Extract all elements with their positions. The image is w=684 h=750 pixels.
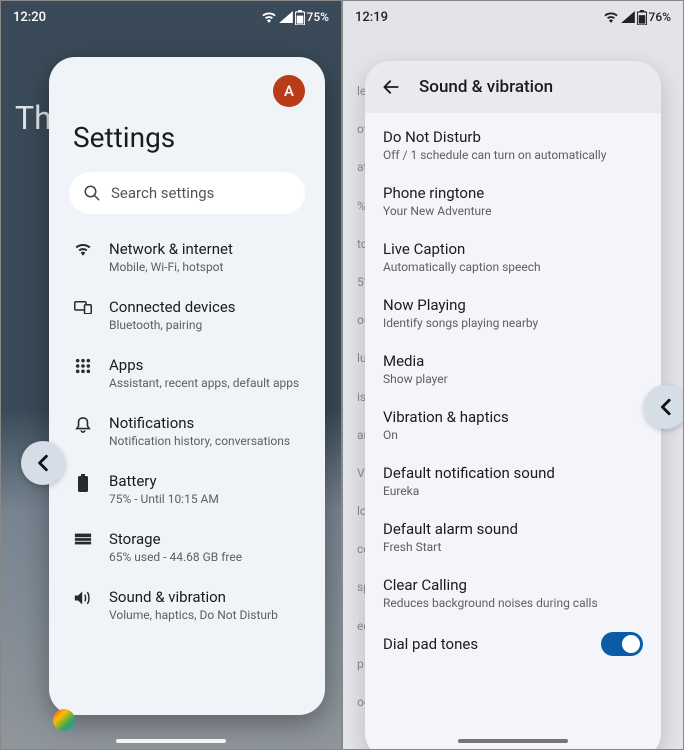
settings-list: Network & internet Mobile, Wi-Fi, hotspot…: [69, 228, 305, 711]
back-gesture-pill[interactable]: [21, 441, 65, 485]
item-subtitle: Volume, haptics, Do Not Disturb: [109, 608, 301, 622]
item-subtitle: Assistant, recent apps, default apps: [109, 376, 301, 390]
item-title: Connected devices: [109, 298, 301, 316]
wifi-icon: [261, 11, 277, 23]
sound-item[interactable]: Do Not Disturb Off / 1 schedule can turn …: [365, 117, 661, 173]
chevron-left-icon: [36, 454, 50, 472]
item-subtitle: Eureka: [383, 484, 555, 498]
page-title: Settings: [73, 121, 305, 154]
sound-item[interactable]: Live Caption Automatically caption speech: [365, 229, 661, 285]
status-icons: 76%: [603, 10, 671, 25]
header-title: Sound & vibration: [419, 77, 553, 97]
item-title: Phone ringtone: [383, 184, 491, 202]
item-title: Now Playing: [383, 296, 538, 314]
item-subtitle: Show player: [383, 372, 448, 386]
sound-item[interactable]: Media Show player: [365, 341, 661, 397]
card-header: Sound & vibration: [365, 61, 661, 113]
wifi-icon: [73, 242, 93, 256]
item-title: Live Caption: [383, 240, 541, 258]
phone-left: 12:20 75% Th A Settings Search settings …: [0, 0, 342, 750]
status-time: 12:20: [13, 10, 46, 25]
chevron-left-icon: [659, 398, 673, 416]
item-subtitle: Reduces background noises during calls: [383, 596, 598, 610]
sound-item[interactable]: Now Playing Identify songs playing nearby: [365, 285, 661, 341]
item-title: Vibration & haptics: [383, 408, 509, 426]
devices-icon: [73, 300, 93, 314]
item-subtitle: Identify songs playing nearby: [383, 316, 538, 330]
settings-item-apps[interactable]: Apps Assistant, recent apps, default apps: [69, 344, 305, 402]
sound-settings-card: Sound & vibration Do Not Disturb Off / 1 …: [365, 61, 661, 750]
toggle-switch[interactable]: [601, 632, 643, 656]
volume-icon: [73, 590, 93, 606]
wallpaper-text: Th: [15, 99, 52, 137]
settings-item-battery[interactable]: Battery 75% - Until 10:15 AM: [69, 460, 305, 518]
dock-hint: [53, 709, 75, 731]
item-title: Notifications: [109, 414, 301, 432]
item-subtitle: 75% - Until 10:15 AM: [109, 492, 301, 506]
sound-item[interactable]: Clear Calling Reduces background noises d…: [365, 565, 661, 621]
apps-icon: [73, 358, 93, 374]
item-title: Default notification sound: [383, 464, 555, 482]
item-title: Clear Calling: [383, 576, 598, 594]
sound-settings-list: Do Not Disturb Off / 1 schedule can turn …: [365, 113, 661, 671]
status-bar: 12:20 75%: [1, 1, 341, 33]
search-placeholder: Search settings: [111, 184, 214, 202]
item-title: Apps: [109, 356, 301, 374]
battery-icon: [295, 10, 305, 25]
item-title: Default alarm sound: [383, 520, 518, 538]
gesture-nav-bar[interactable]: [116, 739, 226, 743]
phone-right: 12:19 76% leaotifiatt%tor5%oulumisparkVa…: [342, 0, 684, 750]
battery-icon: [73, 474, 93, 492]
item-subtitle: Mobile, Wi-Fi, hotspot: [109, 260, 301, 274]
item-subtitle: Notification history, conversations: [109, 434, 301, 448]
item-title: Network & internet: [109, 240, 301, 258]
item-title: Do Not Disturb: [383, 128, 606, 146]
item-title: Media: [383, 352, 448, 370]
back-gesture-pill[interactable]: [644, 385, 684, 429]
signal-icon: [621, 11, 635, 23]
item-title: Dial pad tones: [383, 635, 478, 653]
item-title: Storage: [109, 530, 301, 548]
item-title: Sound & vibration: [109, 588, 301, 606]
status-time: 12:19: [355, 10, 388, 25]
settings-item-devices[interactable]: Connected devices Bluetooth, pairing: [69, 286, 305, 344]
wifi-icon: [603, 11, 619, 23]
item-subtitle: On: [383, 428, 509, 442]
avatar[interactable]: A: [273, 75, 305, 107]
battery-percent: 76%: [649, 10, 671, 24]
sound-item[interactable]: Default alarm sound Fresh Start: [365, 509, 661, 565]
item-subtitle: Automatically caption speech: [383, 260, 541, 274]
battery-icon: [637, 10, 647, 25]
status-icons: 75%: [261, 10, 329, 25]
gesture-nav-bar[interactable]: [458, 739, 568, 743]
battery-percent: 75%: [307, 10, 329, 24]
item-subtitle: Bluetooth, pairing: [109, 318, 301, 332]
item-subtitle: 65% used - 44.68 GB free: [109, 550, 301, 564]
storage-icon: [73, 532, 93, 546]
settings-card: A Settings Search settings Network & int…: [49, 57, 325, 715]
item-subtitle: Off / 1 schedule can turn on automatical…: [383, 148, 606, 162]
sound-item[interactable]: Phone ringtone Your New Adventure: [365, 173, 661, 229]
settings-item-wifi[interactable]: Network & internet Mobile, Wi-Fi, hotspot: [69, 228, 305, 286]
search-icon: [83, 184, 101, 202]
signal-icon: [279, 11, 293, 23]
settings-item-volume[interactable]: Sound & vibration Volume, haptics, Do Not…: [69, 576, 305, 634]
settings-item-storage[interactable]: Storage 65% used - 44.68 GB free: [69, 518, 305, 576]
item-title: Battery: [109, 472, 301, 490]
sound-item[interactable]: Default notification sound Eureka: [365, 453, 661, 509]
search-input[interactable]: Search settings: [69, 172, 305, 214]
item-subtitle: Your New Adventure: [383, 204, 491, 218]
avatar-letter: A: [284, 82, 294, 100]
settings-item-bell[interactable]: Notifications Notification history, conve…: [69, 402, 305, 460]
item-subtitle: Fresh Start: [383, 540, 518, 554]
status-bar: 12:19 76%: [343, 1, 683, 33]
sound-item[interactable]: Vibration & haptics On: [365, 397, 661, 453]
sound-item[interactable]: Dial pad tones: [365, 621, 661, 667]
bell-icon: [73, 416, 93, 434]
back-icon[interactable]: [381, 77, 401, 97]
